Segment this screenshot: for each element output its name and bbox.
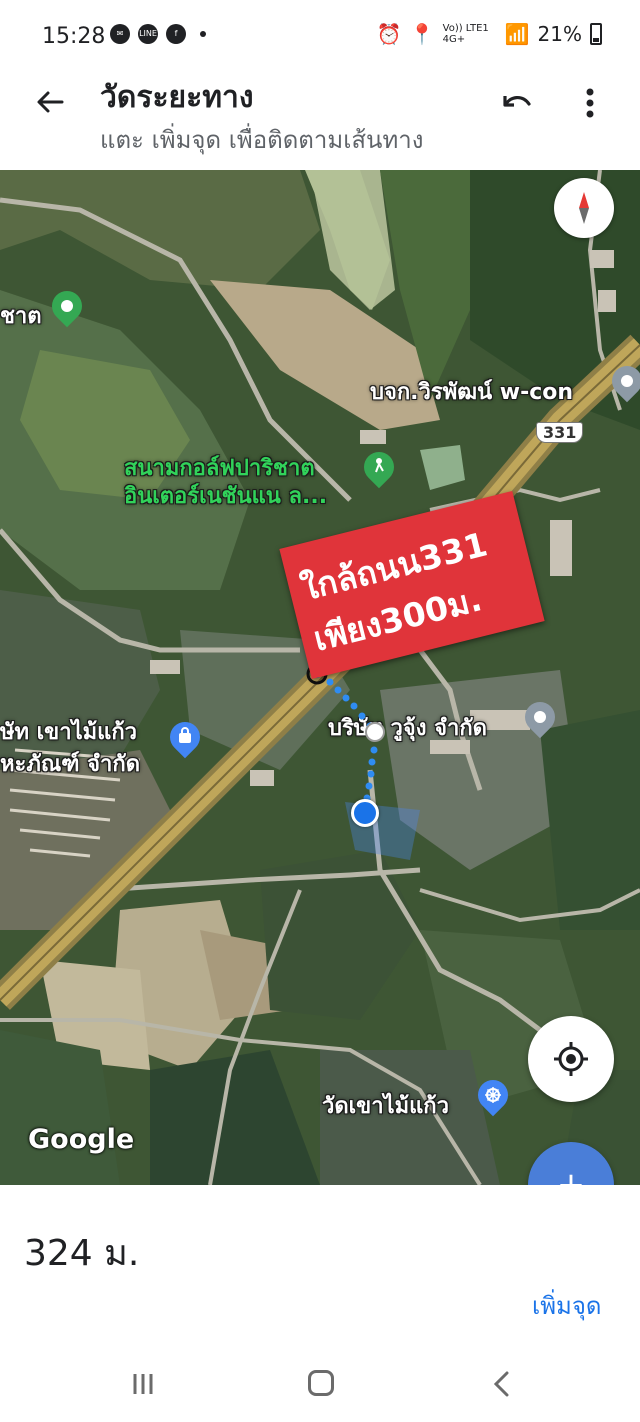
signal-icon: 📶 xyxy=(504,22,530,46)
compass-needle-icon xyxy=(579,192,589,224)
page-subtitle: แตะ เพิ่มจุด เพื่อติดตามเส้นทาง xyxy=(100,126,424,154)
recents-icon xyxy=(133,1374,153,1394)
place-label-wcon: บจก.วิรพัฒน์ w-con xyxy=(370,380,574,405)
status-bar: 15:28 ✉ LINE f ⏰ 📍 Vo)) LTE1 4G+ 📶 21% xyxy=(0,0,640,72)
place-label-shop-1: ษัท เขาไม้แก้ว xyxy=(0,720,137,745)
distance-readout: 324 ม. xyxy=(24,1233,140,1274)
system-back-button[interactable] xyxy=(490,1370,514,1398)
network-label: Vo)) LTE1 4G+ xyxy=(442,23,489,45)
location-icon: 📍 xyxy=(409,22,435,46)
undo-icon xyxy=(503,96,531,107)
place-label-shop-2: หะภัณฑ์ จำกัด xyxy=(0,752,141,777)
shopping-pin[interactable] xyxy=(163,715,207,759)
page-title: วัดระยะทาง xyxy=(100,80,254,115)
dharma-wheel-icon xyxy=(485,1087,501,1103)
system-nav-bar xyxy=(0,1340,640,1422)
my-location-dot xyxy=(351,799,379,827)
place-label-temple: วัดเขาไม้แก้ว xyxy=(322,1094,449,1119)
back-button[interactable] xyxy=(30,82,70,122)
undo-button[interactable] xyxy=(496,82,536,122)
app-bar: วัดระยะทาง แตะ เพิ่มจุด เพื่อติดตามเส้นท… xyxy=(0,72,640,170)
battery-icon xyxy=(590,23,602,45)
alarm-icon: ⏰ xyxy=(376,22,402,46)
temple-pin[interactable] xyxy=(471,1073,515,1117)
arrow-back-icon xyxy=(37,91,64,113)
line-icon: LINE xyxy=(138,24,158,44)
add-point-button[interactable]: เพิ่มจุด xyxy=(532,1286,602,1325)
battery-percent: 21% xyxy=(537,22,582,46)
map-view[interactable]: ชาต บจก.วิรพัฒน์ w-con 331 สนามกอล์ฟปาริ… xyxy=(0,170,640,1185)
chevron-left-icon xyxy=(493,1371,509,1397)
shopping-bag-icon xyxy=(179,727,191,743)
golf-course-pin[interactable] xyxy=(357,445,401,489)
facebook-icon: f xyxy=(166,24,186,44)
place-label-company: บริษัท วูจุ้ง จำกัด xyxy=(328,716,487,741)
messenger-icon: ✉ xyxy=(110,24,130,44)
gps-fixed-icon xyxy=(554,1042,588,1076)
more-vert-icon xyxy=(586,88,594,118)
more-notifications-dot xyxy=(200,31,206,37)
compass-button[interactable] xyxy=(554,178,614,238)
home-button[interactable] xyxy=(308,1370,334,1396)
status-notification-icons: ✉ LINE f xyxy=(110,24,206,44)
google-logo: Google xyxy=(28,1124,135,1155)
more-options-button[interactable] xyxy=(574,80,606,124)
status-time: 15:28 xyxy=(42,24,106,49)
golf-icon xyxy=(375,458,384,473)
recents-button[interactable] xyxy=(130,1372,156,1396)
plus-icon: + xyxy=(556,1165,586,1185)
measure-point-handle[interactable] xyxy=(365,722,385,742)
road-shield-331: 331 xyxy=(536,422,584,443)
place-label-golf-2: อินเตอร์เนชันแน ล... xyxy=(124,484,328,509)
my-location-button[interactable] xyxy=(528,1016,614,1102)
status-system-icons: ⏰ 📍 Vo)) LTE1 4G+ 📶 21% xyxy=(377,22,602,46)
place-label-left-edge: ชาต xyxy=(0,304,42,329)
